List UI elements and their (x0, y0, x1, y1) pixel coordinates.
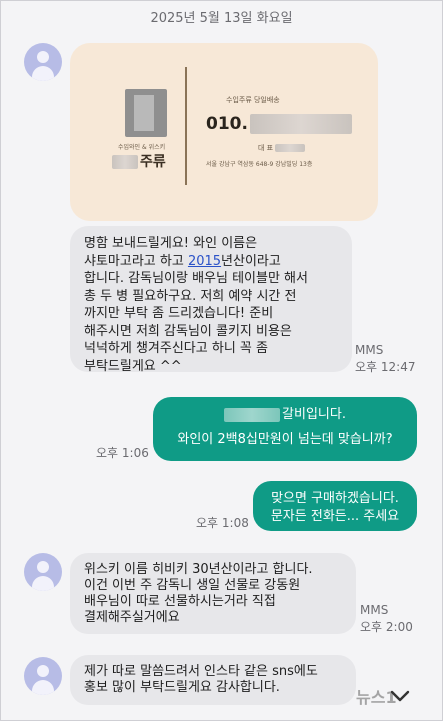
message-timestamp: 오후 12:47 (355, 360, 416, 374)
message-bubble-outgoing[interactable]: 맞으면 구매하겠습니다. 문자든 전화든... 주세요 (253, 481, 417, 531)
message-timestamp: 오후 2:00 (360, 620, 413, 634)
card-address: 서울 강남구 역삼동 648-9 강남빌딩 13층 (206, 161, 313, 168)
message-line-text: 갈비입니다. (282, 407, 346, 422)
avatar-head (37, 665, 49, 677)
message-timestamp: 오후 1:06 (96, 446, 149, 460)
card-rep: 대 표 (258, 143, 306, 153)
chevron-down-icon (390, 690, 410, 702)
message-line: 명함 보내드릴게요! 와인 이름은 (84, 236, 258, 251)
redacted-rep-name (275, 144, 306, 152)
sender-avatar[interactable] (24, 553, 62, 591)
message-timestamp: 오후 1:08 (196, 516, 249, 530)
message-link[interactable]: 2015 (188, 254, 221, 269)
redacted-restaurant-name (224, 407, 281, 422)
card-logo-inner (134, 95, 154, 131)
sender-avatar[interactable] (24, 43, 62, 81)
avatar-body (32, 680, 54, 695)
card-company-tag: 수입와인 & 위스키 (118, 144, 166, 151)
business-card: 수입와인 & 위스키 주류 수입주류 당일배송 010. 대 표 서울 강남구 … (88, 65, 360, 199)
card-rep-label: 대 표 (258, 144, 274, 152)
card-phone: 010. (206, 114, 352, 134)
business-card-image[interactable]: 수입와인 & 위스키 주류 수입주류 당일배송 010. 대 표 서울 강남구 … (70, 43, 378, 221)
card-brand: 주류 (112, 151, 166, 171)
message-bubble-outgoing[interactable]: 갈비입니다. 와인이 2백8십만원이 넘는데 맞습니까? (153, 397, 417, 461)
card-service-label: 수입주류 당일배송 (226, 96, 280, 104)
message-line: 해주시면 저희 감독님이 콜키지 비용은 (84, 323, 292, 339)
message-bubble-incoming[interactable]: 위스키 이름 히비키 30년산이라고 합니다. 이건 이번 주 감독니 생일 선… (70, 553, 356, 634)
message-line: 샤토마고라고 하고 2015년산이라고 (84, 253, 338, 271)
message-line: 부탁드릴게요 ^^ (84, 358, 182, 374)
card-brand-suffix: 주류 (140, 154, 166, 170)
message-line-text: 년산이라고 (221, 253, 281, 269)
avatar-head (37, 561, 49, 573)
message-line: 총 두 병 필요하구요. 저희 예약 시간 전 (84, 288, 297, 304)
redacted-brand-name (112, 155, 138, 169)
message-line: 갈비입니다. (167, 406, 403, 424)
message-bubble-incoming[interactable]: 제가 따로 말씀드려서 인스타 같은 sns에도 홍보 많이 부탁드릴게요 감사… (70, 655, 356, 705)
message-line-text: 샤토마고라고 하고 (84, 253, 188, 269)
sender-avatar[interactable] (24, 657, 62, 695)
card-divider (185, 67, 187, 185)
message-line: 넉넉하게 챙겨주신다고 하니 꼭 좀 (84, 341, 268, 356)
scroll-down-button[interactable] (385, 681, 415, 711)
message-line: 합니다. 감독님이랑 배우님 테이블만 해서 (84, 271, 308, 286)
avatar-body (32, 576, 54, 591)
date-header: 2025년 5월 13일 화요일 (150, 11, 293, 26)
redacted-phone (249, 114, 352, 134)
message-bubble-incoming[interactable]: 명함 보내드릴게요! 와인 이름은 샤토마고라고 하고 2015년산이라고 합니… (70, 226, 352, 374)
card-phone-prefix: 010. (206, 114, 248, 134)
message-type-label: MMS (360, 603, 389, 617)
message-type-label: MMS (355, 343, 384, 357)
avatar-head (37, 51, 49, 63)
message-line: 와인이 2백8십만원이 넘는데 맞습니까? (177, 432, 393, 447)
message-line: 까지만 부탁 좀 드리겠습니다! 준비 (84, 306, 274, 321)
avatar-body (32, 66, 54, 81)
